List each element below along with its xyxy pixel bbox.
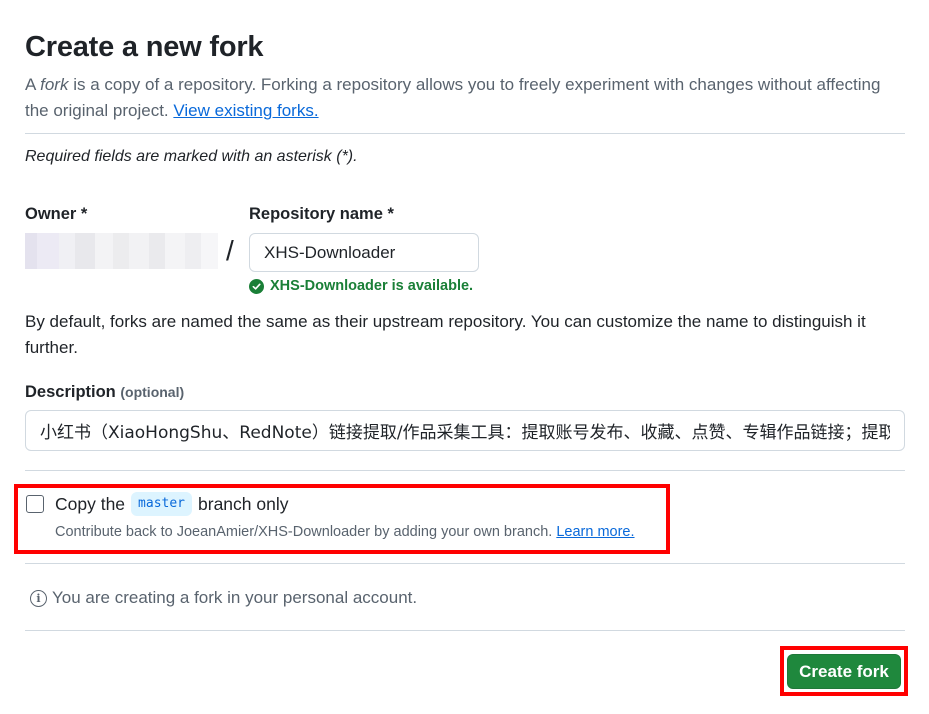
default-name-note: By default, forks are named the same as … — [25, 312, 866, 357]
create-fork-button[interactable]: Create fork — [787, 654, 901, 689]
repo-name-input[interactable] — [249, 233, 479, 272]
lead-emphasis: fork — [40, 75, 69, 94]
divider — [25, 563, 905, 564]
availability-message: XHS-Downloader is available. — [270, 278, 474, 294]
required-fields-note: Required fields are marked with an aster… — [25, 148, 358, 165]
account-note-text: You are creating a fork in your personal… — [52, 588, 418, 607]
check-circle-icon — [249, 278, 264, 294]
description-label-text: Description — [25, 383, 116, 401]
lead-rest: is a copy of a repository. Forking a rep… — [25, 75, 881, 120]
lead-prefix: A — [25, 75, 41, 94]
copy-branch-label[interactable]: Copy the master branch only — [55, 492, 289, 516]
branch-name-chip: master — [131, 492, 193, 516]
copy-branch-label-before: Copy the — [55, 493, 126, 514]
copy-branch-hint: Contribute back to JoeanAmier/XHS-Downlo… — [55, 524, 635, 540]
page-description: A fork is a copy of a repository. Forkin… — [25, 72, 905, 124]
description-input[interactable] — [25, 410, 905, 451]
description-label: Description (optional) — [25, 383, 184, 402]
divider — [25, 470, 905, 471]
copy-branch-hint-text: Contribute back to JoeanAmier/XHS-Downlo… — [55, 524, 553, 540]
availability-status: XHS-Downloader is available. — [249, 278, 473, 294]
owner-label: Owner * — [25, 205, 88, 223]
info-icon: i — [30, 589, 47, 607]
owner-repo-separator: / — [226, 235, 234, 266]
owner-select[interactable] — [25, 233, 218, 269]
divider — [25, 133, 905, 134]
repo-name-label: Repository name * — [249, 205, 394, 223]
copy-branch-checkbox[interactable] — [26, 495, 44, 513]
optional-tag: (optional) — [120, 384, 185, 400]
divider — [25, 630, 905, 631]
page-title: Create a new fork — [25, 31, 264, 63]
view-existing-forks-link[interactable]: View existing forks. — [173, 101, 318, 120]
personal-account-note: i You are creating a fork in your person… — [30, 588, 417, 608]
copy-branch-label-after: branch only — [198, 493, 289, 514]
learn-more-link[interactable]: Learn more. — [556, 524, 634, 540]
